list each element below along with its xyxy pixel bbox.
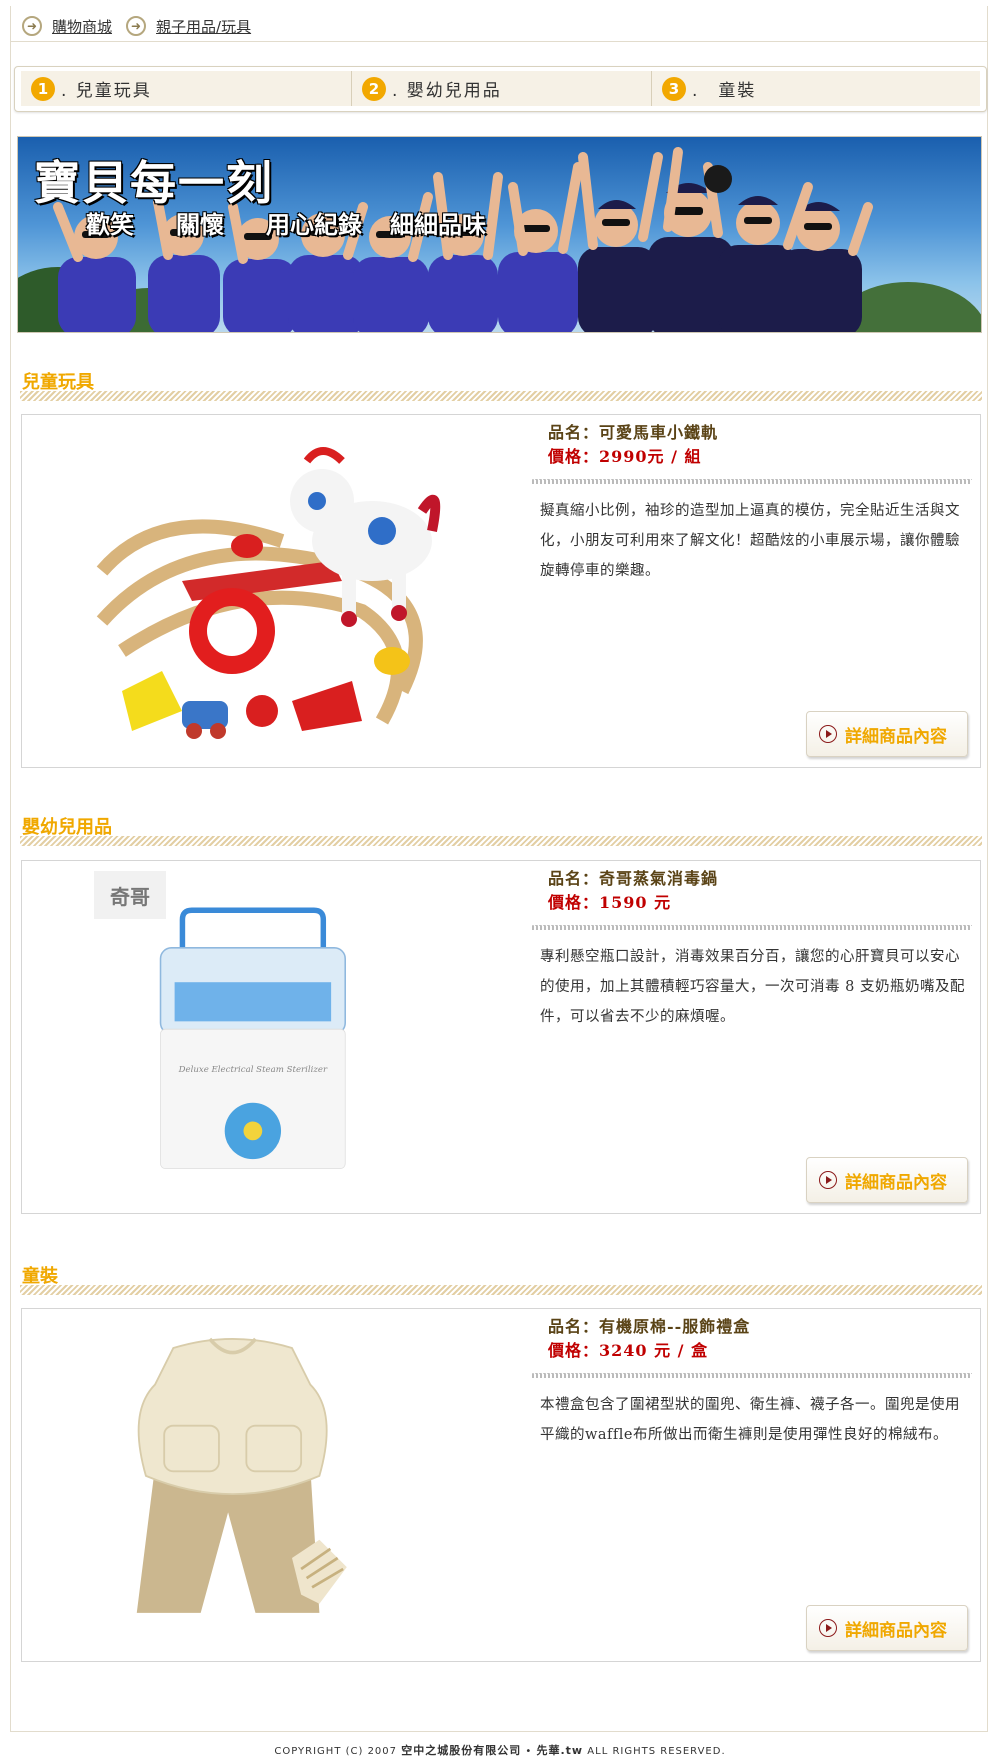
button-label: 詳細商品內容 — [845, 726, 947, 747]
product-card-toys: 品名：可愛馬車小鐵軌 價格：2990元 / 組 擬真縮小比例，袖珍的造型加上逼真… — [21, 414, 981, 768]
product-price: 價格：3240 元 / 盒 — [548, 1341, 709, 1360]
product-card-baby: 奇哥 Deluxe Electrical Steam Sterilizer 品名… — [21, 860, 981, 1214]
dotted-divider — [532, 925, 972, 930]
product-price: 價格：2990元 / 組 — [548, 447, 702, 466]
arrow-right-icon: ➜ — [126, 16, 147, 36]
divider — [10, 41, 988, 42]
tab-baby-goods[interactable]: 2 . 嬰幼兒用品 — [351, 71, 651, 106]
footer-company: 空中之城股份有限公司 — [401, 1744, 522, 1757]
banner-title: 寶貝每一刻 — [34, 156, 274, 210]
breadcrumb-item-category: ➜ 親子用品/玩具 — [126, 16, 251, 37]
product-info: 品名：奇哥蒸氣消毒鍋 價格：1590 元 專利懸空瓶口設計，消毒效果百分百，讓您… — [532, 867, 972, 1032]
play-icon — [819, 1171, 837, 1189]
dotted-divider — [532, 479, 972, 484]
train-set-image — [96, 447, 441, 739]
footer-rights: ALL RIGHTS RESERVED. — [587, 1746, 726, 1757]
product-card-clothing: 品名：有機原棉--服飾禮盒 價格：3240 元 / 盒 本禮盒包含了圍裙型狀的圍… — [21, 1308, 981, 1662]
banner-subtitle: 關懷 — [176, 211, 224, 239]
button-label: 詳細商品內容 — [845, 1172, 947, 1193]
tab-kids-toys[interactable]: 1 . 兒童玩具 — [21, 71, 351, 106]
number-badge-icon: 2 — [362, 76, 386, 101]
footer: COPYRIGHT (C) 2007 空中之城股份有限公司 • 先華.tw AL… — [0, 1742, 1000, 1758]
view-details-button[interactable]: 詳細商品內容 — [806, 1157, 968, 1203]
tab-label: . 嬰幼兒用品 — [392, 81, 502, 101]
breadcrumb-link-category[interactable]: 親子用品/玩具 — [156, 16, 251, 37]
product-name: 品名：有機原棉--服飾禮盒 — [548, 1317, 751, 1336]
sterilizer-image: Deluxe Electrical Steam Sterilizer — [159, 907, 346, 1169]
banner-subtitle: 歡笑 — [86, 211, 134, 239]
number-badge-icon: 3 — [662, 76, 686, 101]
product-info: 品名：有機原棉--服飾禮盒 價格：3240 元 / 盒 本禮盒包含了圍裙型狀的圍… — [532, 1315, 972, 1450]
banner-subtitle: 細細品味 — [390, 211, 486, 239]
banner-subtitles: 歡笑 關懷 用心紀錄 細細品味 — [86, 205, 486, 240]
category-tabs: 1 . 兒童玩具 2 . 嬰幼兒用品 3 . 童裝 — [14, 66, 987, 112]
footer-separator: • — [525, 1746, 533, 1757]
footer-copyright: COPYRIGHT (C) 2007 — [274, 1746, 398, 1757]
section-divider — [20, 1285, 982, 1295]
clothing-set-image — [136, 1337, 347, 1613]
arrow-right-icon: ➜ — [22, 16, 42, 36]
hero-banner: 寶貝每一刻 歡笑 關懷 用心紀錄 細細品味 — [17, 136, 982, 333]
product-info: 品名：可愛馬車小鐵軌 價格：2990元 / 組 擬真縮小比例，袖珍的造型加上逼真… — [532, 421, 972, 586]
banner-subtitle: 用心紀錄 — [266, 211, 362, 239]
product-name: 品名：可愛馬車小鐵軌 — [548, 423, 719, 442]
number-badge-icon: 1 — [31, 76, 55, 101]
product-description: 本禮盒包含了圍裙型狀的圍兜、衛生褲、襪子各一。圍兜是使用平織的waffle布所做… — [540, 1397, 960, 1443]
section-divider — [20, 391, 982, 401]
sterilizer-label: Deluxe Electrical Steam Sterilizer — [178, 1065, 328, 1075]
product-description: 專利懸空瓶口設計，消毒效果百分百，讓您的心肝寶貝可以安心的使用，加上其體積輕巧容… — [540, 949, 965, 1025]
view-details-button[interactable]: 詳細商品內容 — [806, 1605, 968, 1651]
product-name: 品名：奇哥蒸氣消毒鍋 — [548, 869, 719, 888]
play-icon — [819, 725, 837, 743]
footer-site: 先華.tw — [536, 1744, 584, 1757]
dotted-divider — [532, 1373, 972, 1378]
tab-label: . 童裝 — [692, 81, 757, 101]
breadcrumb-item-shop: ➜ 購物商城 — [22, 16, 112, 37]
product-description: 擬真縮小比例，袖珍的造型加上逼真的模仿，完全貼近生活與文化，小朋友可利用來了解文… — [540, 503, 960, 579]
tab-kids-clothing[interactable]: 3 . 童裝 — [651, 71, 980, 106]
section-divider — [20, 836, 982, 846]
play-icon — [819, 1619, 837, 1637]
view-details-button[interactable]: 詳細商品內容 — [806, 711, 968, 757]
product-price: 價格：1590 元 — [548, 893, 672, 912]
breadcrumb: ➜ 購物商城 ➜ 親子用品/玩具 — [22, 12, 251, 40]
button-label: 詳細商品內容 — [845, 1620, 947, 1641]
breadcrumb-link-shop[interactable]: 購物商城 — [52, 16, 112, 37]
tab-label: . 兒童玩具 — [61, 81, 152, 101]
